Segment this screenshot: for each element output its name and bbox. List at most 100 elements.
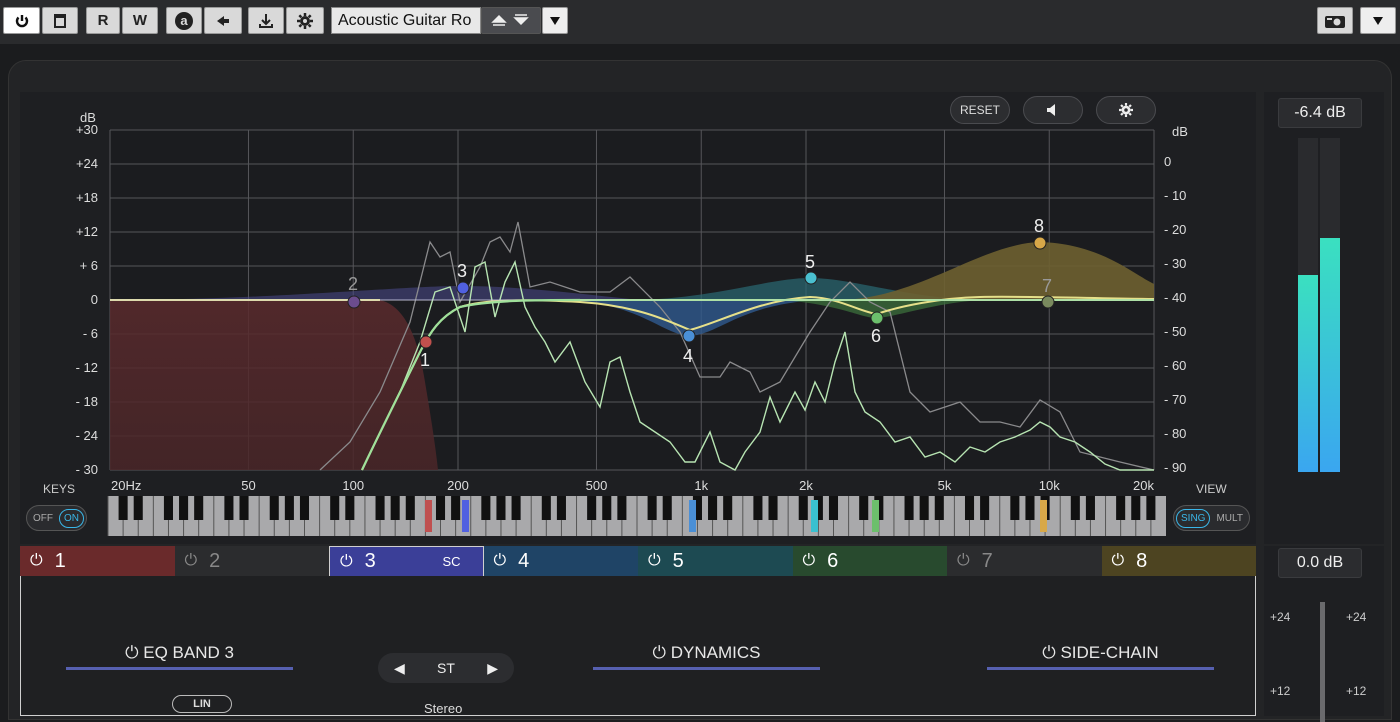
band-tab-6[interactable]: ⏻ 6 [792, 546, 947, 576]
eq-graph-panel[interactable]: 12345678 20Hz 50 100 200 500 1k 2k 5k 10k 20k +30 +… [20, 92, 1256, 544]
keys-toggle[interactable]: OFF ON [26, 505, 87, 531]
band-tab-1[interactable]: ⏻ 1 [20, 546, 175, 576]
black-key [496, 496, 506, 520]
bypass-button[interactable] [42, 7, 78, 34]
band-handle-label: 3 [457, 261, 467, 281]
view-sing[interactable]: SING [1176, 508, 1211, 528]
view-toggle[interactable]: SING MULT [1173, 505, 1250, 531]
preset-prev-next[interactable] [481, 7, 541, 34]
band-handle-label: 5 [805, 252, 815, 272]
window-icon [54, 13, 66, 28]
black-key [1131, 496, 1141, 520]
power-icon[interactable]: ⏻ [1112, 552, 1125, 570]
band-handle-1[interactable] [419, 335, 433, 349]
keyboard-band-mark [462, 500, 469, 532]
eq-band-title[interactable]: ⏻ EQ BAND 3 [66, 643, 293, 663]
channel-mode: ST [437, 660, 455, 676]
sidechain-button[interactable] [248, 7, 284, 34]
auto-listen-button[interactable]: a [166, 7, 202, 34]
preset-menu-button[interactable] [542, 7, 568, 34]
keyboard [107, 496, 1166, 536]
band-tabs: ⏻ 1 ⏻ 2 ⏻ 3 SC ⏻ 4 ⏻ 5 ⏻ 6 ⏻ 7 ⏻ 8 [20, 546, 1256, 576]
input-level-readout: 0.0 dB [1278, 548, 1362, 578]
channel-selector[interactable]: ◀ ST ▶ [378, 653, 514, 683]
input-fader-track[interactable] [1320, 602, 1325, 722]
black-key [284, 496, 294, 520]
black-key [1116, 496, 1126, 520]
black-key [194, 496, 204, 520]
power-icon[interactable]: ⏻ [185, 552, 198, 570]
sidechain-badge[interactable]: SC [442, 554, 460, 569]
black-key [904, 496, 914, 520]
graph-settings-button[interactable] [1096, 96, 1156, 124]
black-key [451, 496, 461, 520]
black-key [118, 496, 128, 520]
band-tab-2[interactable]: ⏻ 2 [174, 546, 329, 576]
power-icon[interactable]: ⏻ [340, 553, 353, 571]
reset-button[interactable]: RESET [950, 96, 1010, 124]
sidechain-icon [259, 13, 273, 28]
band-handle-2[interactable] [347, 295, 361, 309]
band-tab-8[interactable]: ⏻ 8 [1101, 546, 1256, 576]
read-automation-button[interactable]: R [86, 7, 120, 34]
black-key [617, 496, 627, 520]
band-handle-8[interactable] [1033, 236, 1047, 250]
band-tab-3[interactable]: ⏻ 3 SC [329, 546, 484, 576]
snapshot-button[interactable] [1317, 7, 1353, 34]
black-key [1146, 496, 1156, 520]
meter-left-fill [1298, 274, 1318, 472]
black-key [179, 496, 189, 520]
band-tab-4[interactable]: ⏻ 4 [483, 546, 638, 576]
power-icon[interactable]: ⏻ [494, 552, 507, 570]
keys-on[interactable]: ON [59, 508, 84, 528]
preset-name-field[interactable]: Acoustic Guitar Ro [331, 7, 481, 34]
band-handle-7[interactable] [1041, 295, 1055, 309]
scale-right-24: +24 [1346, 610, 1367, 624]
black-key [541, 496, 551, 520]
eq-graph[interactable]: 12345678 20Hz 50 100 200 500 1k 2k 5k 10k 20k+30+… [20, 92, 1256, 544]
level-tick: - 10 [1164, 188, 1186, 203]
level-tick: - 90 [1164, 460, 1186, 475]
black-key [511, 496, 521, 520]
keyboard-band-mark [1040, 500, 1047, 532]
power-icon[interactable]: ⏻ [30, 552, 43, 570]
band-tab-7[interactable]: ⏻ 7 [947, 546, 1102, 576]
settings-button[interactable] [286, 7, 324, 34]
gear-icon [297, 12, 313, 29]
options-menu-button[interactable] [1360, 7, 1396, 34]
black-key [435, 496, 446, 520]
channel-next-icon[interactable]: ▶ [487, 660, 498, 677]
lin-button[interactable]: LIN [172, 695, 232, 713]
view-mult[interactable]: MULT [1212, 510, 1246, 527]
gain-tick: - 6 [83, 326, 98, 341]
black-key [269, 496, 279, 520]
black-key [723, 496, 733, 520]
band-handle-3[interactable] [456, 281, 470, 295]
freq-tick: 20k [1133, 478, 1154, 493]
channel-prev-icon[interactable]: ◀ [394, 660, 405, 677]
listen-button[interactable] [1023, 96, 1083, 124]
keys-off[interactable]: OFF [29, 510, 57, 527]
input-meter-panel: 0.0 dB +24 +12 +24 +12 [1264, 546, 1384, 722]
eq-band-title-text: EQ BAND 3 [143, 643, 234, 662]
band-handle-5[interactable] [804, 271, 818, 285]
keys-label: KEYS [43, 482, 76, 496]
power-button[interactable] [3, 7, 40, 34]
band-tab-number: 1 [54, 549, 66, 572]
side-button[interactable] [204, 7, 242, 34]
level-tick: - 70 [1164, 392, 1186, 407]
band-handle-6[interactable] [870, 311, 884, 325]
power-icon[interactable]: ⏻ [957, 552, 970, 570]
black-key [345, 496, 355, 520]
power-icon[interactable]: ⏻ [648, 552, 661, 570]
dynamics-title[interactable]: ⏻ DYNAMICS [593, 643, 820, 663]
black-key [859, 496, 869, 520]
power-icon[interactable]: ⏻ [803, 552, 816, 570]
sidechain-title[interactable]: ⏻ SIDE-CHAIN [987, 643, 1214, 663]
band-tab-5[interactable]: ⏻ 5 [638, 546, 793, 576]
band-handle-4[interactable] [682, 329, 696, 343]
band-tab-number: 5 [672, 549, 684, 572]
sidechain-underline [987, 667, 1214, 670]
write-automation-button[interactable]: W [122, 7, 158, 34]
black-key [1070, 496, 1080, 520]
